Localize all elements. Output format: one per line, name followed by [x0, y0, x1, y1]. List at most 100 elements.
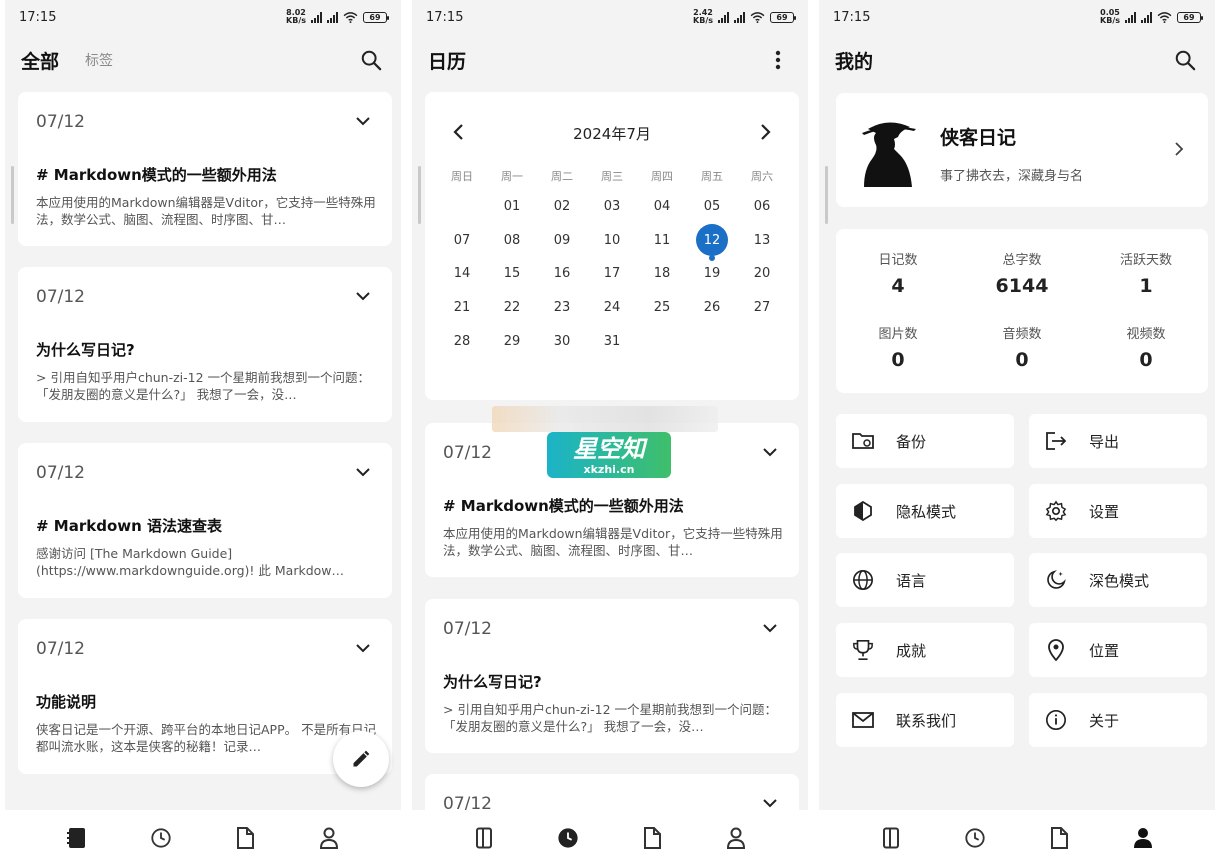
scroll-indicator[interactable] [418, 166, 421, 224]
calendar-day[interactable]: 02 [537, 190, 587, 224]
calendar-day[interactable]: 20 [737, 257, 787, 291]
page-title: 我的 [835, 50, 874, 73]
new-entry-button[interactable] [333, 731, 389, 787]
wifi-icon [343, 11, 358, 23]
calendar-day[interactable]: 22 [487, 291, 537, 325]
trophy-icon [852, 639, 874, 661]
chevron-down-icon[interactable] [354, 112, 372, 130]
calendar-day[interactable]: 17 [587, 257, 637, 291]
entry-card[interactable]: 07/12 # Markdown模式的一些额外用法 本应用使用的Markdown… [18, 92, 392, 246]
menu-location[interactable]: 位置 [1029, 623, 1207, 677]
search-icon[interactable] [357, 46, 385, 74]
calendar-day[interactable]: 05 [687, 190, 737, 224]
calendar-day[interactable]: 15 [487, 257, 537, 291]
calendar-day[interactable]: 30 [537, 324, 587, 358]
entry-excerpt: 本应用使用的Markdown编辑器是Vditor，它支持一些特殊用法，数学公式、… [36, 195, 376, 227]
stats-card: 日记数 4 总字数 6144 活跃天数 1 图片数 0 音频数 0 视频数 0 [836, 229, 1208, 393]
entry-title: # Markdown模式的一些额外用法 [443, 497, 684, 515]
calendar-day[interactable]: 03 [587, 190, 637, 224]
calendar-day[interactable]: 25 [637, 291, 687, 325]
menu-dark-mode[interactable]: 深色模式 [1029, 553, 1207, 607]
chevron-down-icon[interactable] [761, 619, 779, 637]
calendar-day[interactable]: 21 [437, 291, 487, 325]
calendar-day[interactable]: 31 [587, 324, 637, 358]
profile-card[interactable]: 侠客日记 事了拂衣去，深藏身与名 [836, 93, 1208, 207]
watermark-logo: 星空知 xkzhi.cn [547, 432, 671, 478]
calendar-day[interactable]: 11 [637, 224, 687, 258]
chevron-right-icon[interactable] [755, 122, 775, 142]
calendar-day[interactable]: 24 [587, 291, 637, 325]
search-icon[interactable] [1171, 46, 1199, 74]
nav-profile[interactable] [716, 818, 756, 858]
calendar-day[interactable]: 08 [487, 224, 537, 258]
status-time: 17:15 [833, 9, 871, 25]
calendar-day[interactable]: 16 [537, 257, 587, 291]
weekday-label: 周五 [701, 170, 723, 183]
calendar-day[interactable]: 14 [437, 257, 487, 291]
calendar-day[interactable]: 06 [737, 190, 787, 224]
entry-date: 07/12 [36, 639, 85, 659]
calendar-day[interactable]: 18 [637, 257, 687, 291]
calendar-day[interactable]: 01 [487, 190, 537, 224]
chevron-down-icon[interactable] [354, 287, 372, 305]
chevron-down-icon[interactable] [761, 443, 779, 461]
scroll-indicator[interactable] [11, 166, 14, 224]
calendar-day[interactable]: 04 [637, 190, 687, 224]
calendar-day[interactable]: 10 [587, 224, 637, 258]
nav-diary[interactable] [57, 818, 97, 858]
entry-title: 为什么写日记? [443, 673, 542, 691]
tab-tags[interactable]: 标签 [85, 50, 113, 70]
menu-about[interactable]: 关于 [1029, 693, 1207, 747]
bottom-nav [5, 810, 401, 866]
calendar-day[interactable]: 09 [537, 224, 587, 258]
nav-profile[interactable] [309, 818, 349, 858]
calendar-day[interactable]: 23 [537, 291, 587, 325]
calendar-card: 2024年7月 周日 周一 周二 周三 周四 周五 周六 01 02 03 04 05 06 07 08 0… [425, 92, 799, 400]
calendar-day[interactable]: 28 [437, 324, 487, 358]
calendar-days: 01 02 03 04 05 06 07 08 09 10 11 12 13 14 15 16 17 18 19 20… [437, 190, 787, 358]
menu-contact-us[interactable]: 联系我们 [836, 693, 1014, 747]
signal-icon [327, 11, 338, 23]
chevron-right-icon[interactable] [1170, 140, 1188, 158]
nav-files[interactable] [225, 818, 265, 858]
chevron-down-icon[interactable] [354, 463, 372, 481]
calendar-day[interactable]: 26 [687, 291, 737, 325]
diary-icon [883, 827, 899, 849]
entry-card[interactable]: 07/12 为什么写日记? > 引用自知乎用户chun-zi-12 一个星期前我… [425, 599, 799, 753]
menu-settings[interactable]: 设置 [1029, 484, 1207, 538]
calendar-day[interactable]: 19 [687, 257, 737, 291]
menu-achievements[interactable]: 成就 [836, 623, 1014, 677]
signal-icon [1141, 11, 1152, 23]
nav-calendar[interactable] [141, 818, 181, 858]
nav-calendar[interactable] [955, 818, 995, 858]
menu-language[interactable]: 语言 [836, 553, 1014, 607]
person-icon [319, 827, 339, 849]
entry-card[interactable]: 07/12 # Markdown 语法速查表 感谢访问 [The Markdow… [18, 443, 392, 598]
status-time: 17:15 [426, 9, 464, 25]
more-vertical-icon[interactable] [764, 46, 792, 74]
nav-calendar[interactable] [548, 818, 588, 858]
nav-files[interactable] [632, 818, 672, 858]
calendar-day[interactable]: 27 [737, 291, 787, 325]
tab-all[interactable]: 全部 [21, 47, 59, 74]
signal-icon [718, 11, 729, 23]
calendar-day[interactable]: 12 [687, 224, 737, 262]
menu-export[interactable]: 导出 [1029, 414, 1207, 468]
menu-privacy-mode[interactable]: 隐私模式 [836, 484, 1014, 538]
entry-excerpt: 侠客日记是一个开源、跨平台的本地日记APP。 不是所有日记都叫流水账，这本是侠客… [36, 722, 377, 754]
entry-card[interactable]: 07/12 为什么写日记? > 引用自知乎用户chun-zi-12 一个星期前我… [18, 267, 392, 422]
nav-diary[interactable] [871, 818, 911, 858]
calendar-day[interactable]: 07 [437, 224, 487, 258]
chevron-down-icon[interactable] [354, 639, 372, 657]
wifi-icon [750, 11, 765, 23]
nav-files[interactable] [1039, 818, 1079, 858]
menu-backup[interactable]: 备份 [836, 414, 1014, 468]
nav-profile[interactable] [1123, 818, 1163, 858]
calendar-day[interactable]: 29 [487, 324, 537, 358]
screen-all-entries: 17:15 8.02 KB/s 69 全部 标签 07/12 # Markdown… [5, 0, 401, 866]
stat-audio-count: 音频数 0 [1002, 327, 1042, 371]
scroll-indicator[interactable] [825, 166, 828, 224]
privacy-icon [852, 500, 874, 522]
calendar-day[interactable]: 13 [737, 224, 787, 258]
nav-diary[interactable] [464, 818, 504, 858]
